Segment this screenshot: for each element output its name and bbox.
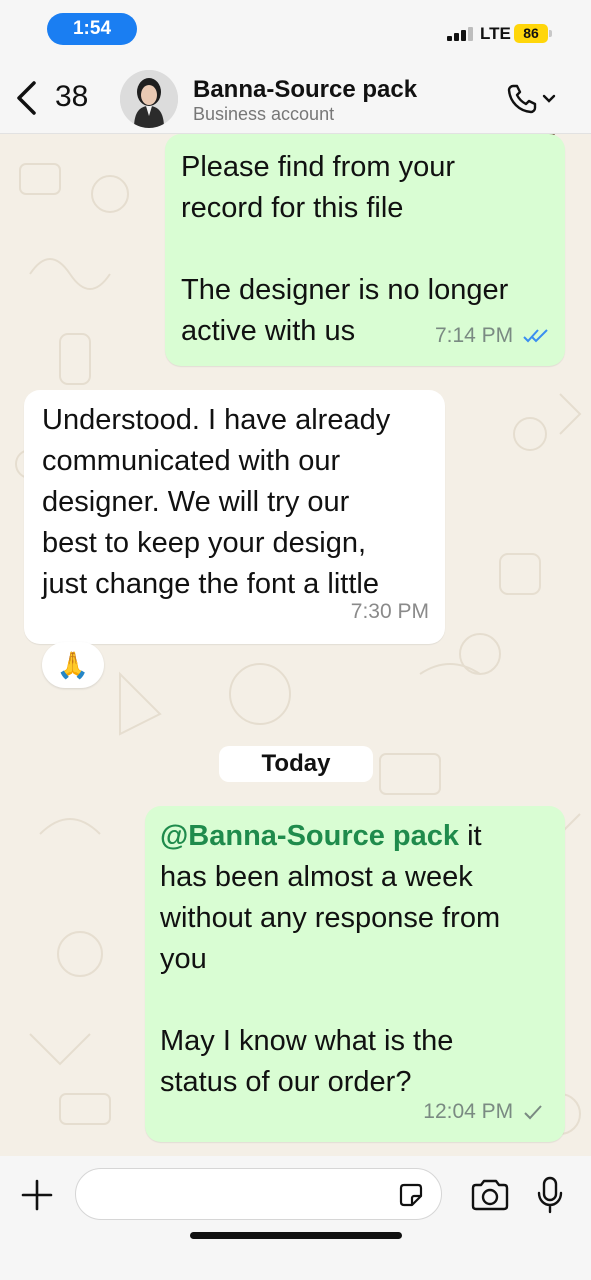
- message-meta: 12:04 PM: [423, 1091, 543, 1132]
- status-bar: 1:54 LTE 86: [0, 0, 591, 62]
- day-separator: Today: [219, 746, 373, 782]
- reaction-pray-emoji[interactable]: 🙏: [42, 642, 104, 688]
- message-text: it: [459, 820, 482, 852]
- sticker-icon[interactable]: [396, 1180, 426, 1210]
- microphone-icon[interactable]: [536, 1176, 564, 1214]
- status-time: 1:54: [47, 13, 137, 45]
- message-line: [181, 229, 549, 270]
- message-line: Please find from your: [181, 151, 456, 183]
- message-time: 7:30 PM: [350, 600, 429, 623]
- message-line: May I know what is the: [160, 1025, 454, 1057]
- message-input-bar: [0, 1156, 591, 1280]
- message-meta: 7:14 PM: [435, 315, 549, 356]
- message-line: record for this file: [181, 192, 404, 224]
- plus-icon[interactable]: [20, 1178, 54, 1212]
- contact-name[interactable]: Banna-Source pack: [193, 76, 417, 104]
- message-line: without any response from: [160, 902, 501, 934]
- message-line: The designer is no longer: [181, 274, 509, 306]
- message-bubble-outgoing[interactable]: @Banna-Source pack it has been almost a …: [145, 806, 565, 1142]
- message-meta: 7:30 PM: [351, 591, 429, 632]
- unread-count[interactable]: 38: [55, 80, 88, 114]
- home-indicator: [190, 1232, 402, 1239]
- mention-link[interactable]: @Banna-Source pack: [160, 820, 459, 852]
- message-time: 12:04 PM: [423, 1100, 514, 1123]
- message-bubble-outgoing[interactable]: Please find from your record for this fi…: [165, 134, 565, 366]
- contact-subtitle: Business account: [193, 104, 335, 124]
- message-line: communicated with our: [42, 445, 341, 477]
- message-line: @Banna-Source pack it: [160, 816, 549, 857]
- battery-tip: [549, 30, 552, 37]
- camera-icon[interactable]: [470, 1178, 510, 1212]
- signal-icon: [447, 25, 473, 41]
- chat-header: 38 Banna-Source pack Business account: [0, 62, 591, 134]
- message-line: has been almost a week: [160, 861, 473, 893]
- chat-area[interactable]: Please find from your record for this fi…: [0, 134, 591, 1156]
- message-input[interactable]: [75, 1168, 442, 1220]
- message-line: you: [160, 943, 207, 975]
- single-check-sent-icon: [524, 1105, 542, 1120]
- avatar[interactable]: [120, 70, 178, 128]
- message-line: best to keep your design,: [42, 527, 367, 559]
- avatar-person-icon: [120, 70, 178, 128]
- message-time: 7:14 PM: [434, 324, 514, 347]
- message-line: [160, 980, 549, 1021]
- double-check-read-icon: [523, 329, 548, 343]
- message-line: Understood. I have already: [42, 404, 391, 436]
- network-label: LTE: [480, 24, 511, 43]
- phone-call-icon[interactable]: [505, 80, 559, 116]
- message-line: designer. We will try our: [42, 486, 350, 518]
- message-bubble-incoming[interactable]: Understood. I have already communicated …: [24, 390, 445, 644]
- battery-icon: 86: [514, 24, 548, 43]
- back-chevron-icon[interactable]: [14, 80, 38, 116]
